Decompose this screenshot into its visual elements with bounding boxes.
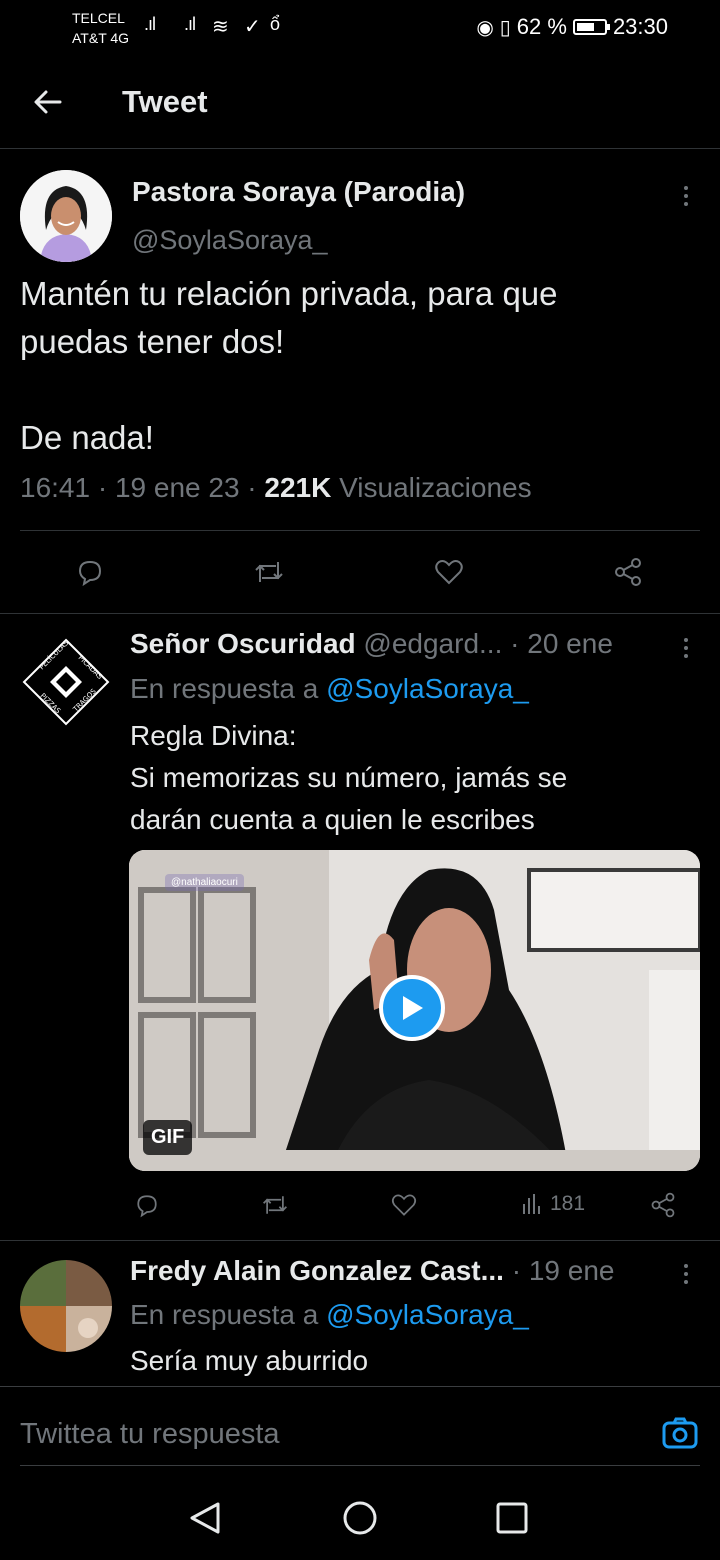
more-options-icon[interactable]	[682, 638, 690, 658]
reply-date: · 20 ene	[510, 628, 613, 659]
back-arrow-icon[interactable]	[30, 84, 66, 120]
reply-views-count: 181	[550, 1192, 586, 1215]
carrier-info: TELCEL AT&T 4G	[72, 8, 129, 48]
more-options-icon[interactable]	[682, 1264, 690, 1284]
notification-icon: ổ	[270, 14, 280, 34]
divider	[0, 1240, 720, 1241]
views-label: Visualizaciones	[331, 472, 532, 503]
reply-date: · 19 ene	[511, 1255, 615, 1286]
divider	[0, 1386, 720, 1387]
camera-icon[interactable]	[662, 1416, 698, 1450]
page-title: Tweet	[122, 84, 208, 119]
reply-header: Fredy Alain Gonzalez Cast... · 19 ene	[130, 1255, 670, 1287]
like-icon[interactable]	[431, 554, 467, 590]
gif-badge: GIF	[143, 1120, 193, 1155]
carrier-1: TELCEL	[72, 10, 125, 26]
share-icon[interactable]	[610, 554, 646, 590]
signal-icon: .ıl	[144, 14, 156, 34]
author-avatar[interactable]	[20, 170, 112, 262]
vibrate-icon: ▯	[499, 16, 511, 39]
retweet-icon[interactable]	[257, 1187, 293, 1223]
reply-prefix: En respuesta a	[130, 1299, 327, 1330]
divider	[20, 1465, 700, 1466]
tweet-timestamp: 16:41 · 19 ene 23 ·	[20, 472, 265, 503]
tweet-meta: 16:41 · 19 ene 23 · 221K Visualizaciones	[20, 472, 532, 504]
eye-icon: ◉	[476, 16, 494, 39]
play-icon[interactable]	[379, 975, 445, 1041]
system-nav-bar	[0, 1468, 720, 1560]
reply-avatar[interactable]	[20, 1260, 112, 1352]
battery-percent: 62 %	[516, 14, 567, 39]
reply-icon[interactable]	[72, 554, 108, 590]
share-icon[interactable]	[645, 1187, 681, 1223]
analytics-icon	[523, 1194, 540, 1214]
reply-text: Regla Divina: Si memorizas su número, ja…	[130, 720, 568, 835]
nav-home-icon[interactable]	[342, 1500, 378, 1541]
reply-avatar[interactable]: PELÍCULAS PICADAS PIZZAS TRAGOS	[4, 619, 112, 728]
reply-to-link[interactable]: @SoylaSoraya_	[326, 673, 529, 704]
author-name[interactable]: Pastora Soraya (Parodia)	[132, 176, 465, 208]
reply-views[interactable]: 181	[520, 1192, 585, 1216]
reply-author-name[interactable]: Señor Oscuridad	[130, 628, 356, 659]
divider	[0, 148, 720, 149]
reply-prefix: En respuesta a	[130, 673, 327, 704]
views-count[interactable]: 221K	[264, 472, 331, 503]
carrier-2: AT&T 4G	[72, 30, 130, 46]
reply-text: Sería muy aburrido	[130, 1345, 369, 1376]
nav-recents-icon[interactable]	[496, 1502, 528, 1539]
gif-media[interactable]: @nathaliaocuri GIF	[129, 850, 700, 1171]
gif-watermark: @nathaliaocuri	[165, 874, 244, 891]
retweet-icon[interactable]	[251, 554, 287, 590]
nav-back-icon[interactable]	[188, 1500, 222, 1541]
check-icon: ✓	[244, 16, 261, 38]
wifi-icon: ≋	[212, 16, 229, 38]
more-options-icon[interactable]	[682, 186, 690, 206]
reply-author-handle[interactable]: @edgard...	[363, 628, 502, 659]
like-icon[interactable]	[386, 1187, 422, 1223]
author-handle[interactable]: @SoylaSoraya_	[132, 225, 328, 256]
divider	[0, 613, 720, 614]
reply-icon[interactable]	[129, 1187, 165, 1223]
signal-icon-2: .ıl	[184, 14, 196, 34]
tweet-text: Mantén tu relación privada, para que pue…	[20, 275, 558, 456]
reply-to-link[interactable]: @SoylaSoraya_	[326, 1299, 529, 1330]
clock: 23:30	[612, 14, 668, 39]
divider	[20, 530, 700, 531]
reply-input[interactable]: Twittea tu respuesta	[20, 1418, 280, 1451]
battery-icon	[572, 19, 610, 35]
status-right: ◉ ▯ 62 % 23:30	[476, 14, 668, 40]
reply-header: Señor Oscuridad @edgard... · 20 ene	[130, 628, 670, 660]
reply-author-name[interactable]: Fredy Alain Gonzalez Cast...	[130, 1255, 504, 1286]
reply-context: En respuesta a @SoylaSoraya_	[130, 673, 529, 705]
reply-context: En respuesta a @SoylaSoraya_	[130, 1299, 529, 1331]
